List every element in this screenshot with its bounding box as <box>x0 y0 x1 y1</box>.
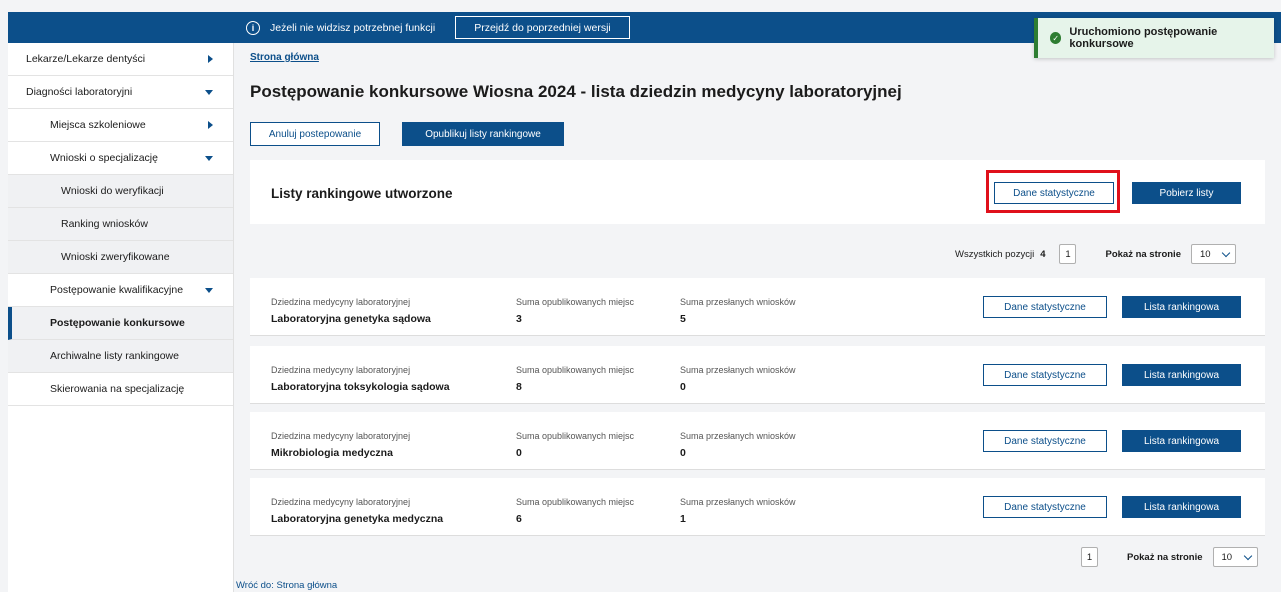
caret-down-icon <box>205 89 213 95</box>
cancel-procedure-button[interactable]: Anuluj postepowanie <box>250 122 380 146</box>
info-icon: i <box>246 20 260 35</box>
sidebar-item-verified-applications[interactable]: Wnioski zweryfikowane <box>8 241 233 274</box>
ranking-list-button[interactable]: Lista rankingowa <box>1122 364 1241 386</box>
breadcrumb[interactable]: Strona główna <box>250 52 319 63</box>
previous-version-button[interactable]: Przejdź do poprzedniej wersji <box>455 16 630 39</box>
page-number-button[interactable]: 1 <box>1081 547 1098 567</box>
field-value: Laboratoryjna toksykologia sądowa <box>271 381 450 393</box>
sidebar: Lekarze/Lekarze dentyści Diagności labor… <box>8 43 234 592</box>
sidebar-item-label: Wnioski do weryfikacji <box>61 185 164 197</box>
published-label: Suma opublikowanych miejsc <box>516 297 635 307</box>
sent-label: Suma przesłanych wniosków <box>680 297 796 307</box>
sidebar-item-label: Wnioski o specjalizację <box>50 152 158 164</box>
published-value: 0 <box>516 447 522 459</box>
sidebar-item-label: Ranking wniosków <box>61 218 148 230</box>
per-page-label: Pokaż na stronie <box>1105 248 1181 260</box>
info-text: Jeżeli nie widzisz potrzebnej funkcji <box>270 21 436 34</box>
sidebar-item-archived-ranking-lists[interactable]: Archiwalne listy rankingowe <box>8 340 233 373</box>
list-item: Dziedzina medycyny laboratoryjnej Labora… <box>250 346 1265 404</box>
sent-value: 1 <box>680 513 686 525</box>
published-value: 8 <box>516 381 522 393</box>
success-toast: ✓ Uruchomiono postępowanie konkursowe <box>1034 18 1274 58</box>
per-page-value: 10 <box>1199 248 1211 260</box>
list-item: Dziedzina medycyny laboratoryjnej Labora… <box>250 278 1265 336</box>
sidebar-item-qualification-procedure[interactable]: Postępowanie kwalifikacyjne <box>8 274 233 307</box>
publish-ranking-lists-button[interactable]: Opublikuj listy rankingowe <box>402 122 564 146</box>
sidebar-item-label: Archiwalne listy rankingowe <box>50 350 179 362</box>
row-statistics-button[interactable]: Dane statystyczne <box>983 364 1107 386</box>
page-title: Postępowanie konkursowe Wiosna 2024 - li… <box>250 82 902 101</box>
sidebar-item-specialization-referrals[interactable]: Skierowania na specjalizację <box>8 373 233 406</box>
sent-value: 0 <box>680 381 686 393</box>
ranking-list-button[interactable]: Lista rankingowa <box>1122 496 1241 518</box>
field-value: Mikrobiologia medyczna <box>271 447 393 459</box>
toast-message: Uruchomiono postępowanie konkursowe <box>1069 26 1218 50</box>
check-circle-icon: ✓ <box>1050 32 1062 44</box>
field-label: Dziedzina medycyny laboratoryjnej <box>271 297 411 307</box>
sidebar-item-competition-procedure[interactable]: Postępowanie konkursowe <box>8 307 233 340</box>
sent-label: Suma przesłanych wniosków <box>680 365 796 375</box>
sent-label: Suma przesłanych wniosków <box>680 431 796 441</box>
published-value: 3 <box>516 313 522 325</box>
sidebar-item-label: Wnioski zweryfikowane <box>61 251 170 263</box>
back-link[interactable]: Wróć do: Strona główna <box>236 580 337 591</box>
per-page-label: Pokaż na stronie <box>1127 551 1203 563</box>
sidebar-item-label: Postępowanie kwalifikacyjne <box>50 284 184 296</box>
sent-label: Suma przesłanych wniosków <box>680 497 796 507</box>
field-label: Dziedzina medycyny laboratoryjnej <box>271 365 411 375</box>
sidebar-item-label: Diagności laboratoryjni <box>26 86 133 98</box>
caret-right-icon <box>208 121 213 129</box>
ranking-list-button[interactable]: Lista rankingowa <box>1122 296 1241 318</box>
sidebar-item-lab-diagnosticians[interactable]: Diagności laboratoryjni <box>8 76 233 109</box>
sidebar-item-training-places[interactable]: Miejsca szkoleniowe <box>8 109 233 142</box>
ranking-list-button[interactable]: Lista rankingowa <box>1122 430 1241 452</box>
row-statistics-button[interactable]: Dane statystyczne <box>983 430 1107 452</box>
chevron-down-icon <box>1243 551 1252 560</box>
total-items-label: Wszystkich pozycji <box>955 248 1035 260</box>
sidebar-item-label: Skierowania na specjalizację <box>50 383 185 395</box>
caret-right-icon <box>208 55 213 63</box>
list-item: Dziedzina medycyny laboratoryjnej Mikrob… <box>250 412 1265 470</box>
sidebar-item-label: Lekarze/Lekarze dentyści <box>26 53 146 65</box>
chevron-down-icon <box>1221 248 1231 257</box>
field-value: Laboratoryjna genetyka medyczna <box>271 513 444 525</box>
per-page-select[interactable]: 10 <box>1190 244 1236 264</box>
published-label: Suma opublikowanych miejsc <box>516 365 635 375</box>
sent-value: 0 <box>680 447 686 459</box>
download-lists-button[interactable]: Pobierz listy <box>1132 182 1241 204</box>
info-notice: i Jeżeli nie widzisz potrzebnej funkcji <box>246 12 435 43</box>
row-statistics-button[interactable]: Dane statystyczne <box>983 296 1107 318</box>
sent-value: 5 <box>680 313 686 325</box>
pagination-bottom: 1 Pokaż na stronie 10 <box>1081 546 1258 568</box>
sidebar-item-doctors[interactable]: Lekarze/Lekarze dentyści <box>8 43 233 76</box>
per-page-value: 10 <box>1221 551 1233 563</box>
caret-down-icon <box>205 155 213 161</box>
per-page-select[interactable]: 10 <box>1212 547 1258 567</box>
published-value: 6 <box>516 513 522 525</box>
sidebar-item-applications-ranking[interactable]: Ranking wniosków <box>8 208 233 241</box>
published-label: Suma opublikowanych miejsc <box>516 497 635 507</box>
field-value: Laboratoryjna genetyka sądowa <box>271 313 431 325</box>
sidebar-item-label: Miejsca szkoleniowe <box>50 119 146 131</box>
list-item: Dziedzina medycyny laboratoryjnej Labora… <box>250 478 1265 536</box>
field-label: Dziedzina medycyny laboratoryjnej <box>271 431 411 441</box>
field-label: Dziedzina medycyny laboratoryjnej <box>271 497 411 507</box>
statistics-button[interactable]: Dane statystyczne <box>994 182 1114 204</box>
row-statistics-button[interactable]: Dane statystyczne <box>983 496 1107 518</box>
caret-down-icon <box>205 287 213 293</box>
page-number-button[interactable]: 1 <box>1059 244 1077 264</box>
sidebar-item-applications-to-verify[interactable]: Wnioski do weryfikacji <box>8 175 233 208</box>
ranking-lists-card: Listy rankingowe utworzone Dane statysty… <box>250 160 1265 224</box>
pagination-top: Wszystkich pozycji 4 1 Pokaż na stronie … <box>955 243 1236 265</box>
published-label: Suma opublikowanych miejsc <box>516 431 635 441</box>
ranking-lists-title: Listy rankingowe utworzone <box>271 186 453 201</box>
sidebar-item-label: Postępowanie konkursowe <box>50 317 185 329</box>
total-items-count: 4 <box>1040 248 1046 260</box>
sidebar-item-specialization-applications[interactable]: Wnioski o specjalizację <box>8 142 233 175</box>
